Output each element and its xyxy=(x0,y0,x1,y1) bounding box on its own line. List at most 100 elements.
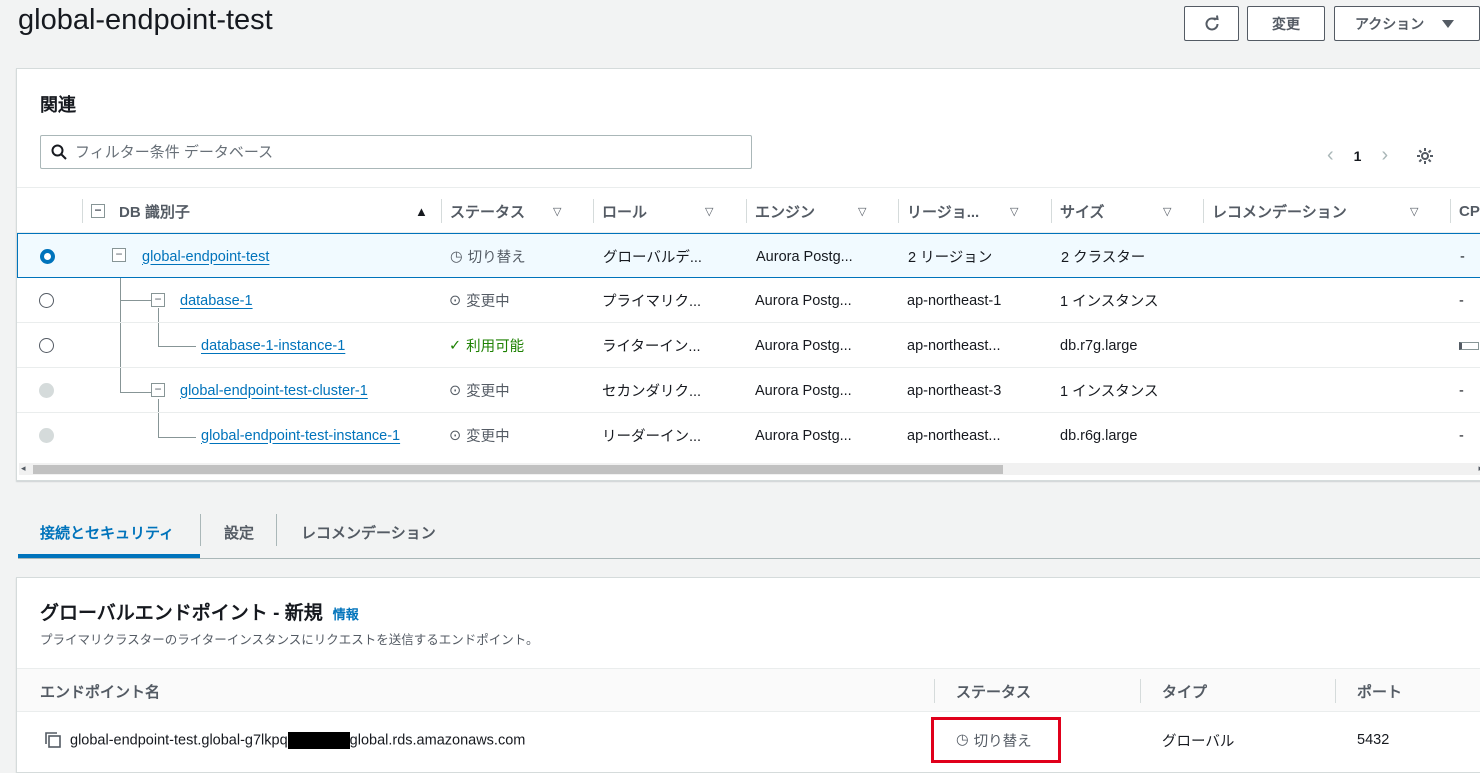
row-radio[interactable] xyxy=(39,338,54,353)
status-badge: ⊙ 変更中 xyxy=(449,292,510,311)
table-header: − DB 識別子 ▲ ステータス ▽ ロール ▽ エンジン ▽ リージョ... ▽ サイ… xyxy=(17,187,1480,233)
size-cell: 1 インスタンス xyxy=(1060,384,1159,400)
db-identifier-link[interactable]: global-endpoint-test-cluster-1 xyxy=(180,383,368,399)
filter-icon: ▽ xyxy=(858,205,867,218)
filter-icon: ▽ xyxy=(1163,205,1172,218)
refresh-button[interactable] xyxy=(1184,6,1239,41)
column-region[interactable]: リージョ... ▽ xyxy=(898,188,1018,234)
cpu-cell: - xyxy=(1459,292,1464,309)
engine-cell: Aurora Postg... xyxy=(755,292,852,309)
role-cell: ライターイン... xyxy=(602,339,701,355)
region-cell: 2 リージョン xyxy=(908,250,993,266)
filter-input[interactable] xyxy=(75,143,675,161)
region-cell: ap-northeast-1 xyxy=(907,292,1002,309)
page-number[interactable]: 1 xyxy=(1354,148,1362,164)
tab-connectivity-security[interactable]: 接続とセキュリティ xyxy=(40,506,174,558)
column-cpu[interactable]: CPU xyxy=(1450,188,1480,234)
scroll-left-icon: ◂ xyxy=(21,463,26,473)
row-radio[interactable] xyxy=(40,249,55,264)
row-radio xyxy=(39,383,54,398)
db-identifier-link[interactable]: database-1-instance-1 xyxy=(201,338,345,354)
role-cell: プライマリク... xyxy=(602,294,702,310)
related-title: 関連 xyxy=(40,95,76,115)
status-badge: ⊙ 変更中 xyxy=(449,382,510,401)
collapse-icon[interactable]: − xyxy=(112,248,126,262)
column-role[interactable]: ロール ▽ xyxy=(593,188,713,234)
scroll-thumb[interactable] xyxy=(33,465,1003,474)
actions-label: アクション xyxy=(1355,15,1425,32)
row-radio xyxy=(39,428,54,443)
horizontal-scrollbar[interactable]: ◂ ▸ xyxy=(19,463,1480,475)
size-cell: 2 クラスター xyxy=(1061,250,1146,266)
endpoint-port: 5432 xyxy=(1357,732,1390,748)
next-page-icon[interactable]: › xyxy=(1381,144,1388,167)
column-endpoint-name: エンドポイント名 xyxy=(40,683,161,701)
cpu-cell: - xyxy=(1459,427,1464,444)
actions-dropdown-button[interactable]: アクション xyxy=(1334,6,1480,41)
engine-cell: Aurora Postg... xyxy=(755,427,852,444)
collapse-icon[interactable]: − xyxy=(151,383,165,397)
in-progress-icon: ⊙ xyxy=(449,427,462,444)
size-cell: db.r7g.large xyxy=(1060,337,1138,354)
row-radio[interactable] xyxy=(39,293,54,308)
detail-tabs: 接続とセキュリティ 設定 レコメンデーション xyxy=(18,506,1480,559)
table-row[interactable]: − database-1 ⊙ 変更中 プライマリク... Aurora Postg… xyxy=(17,278,1480,323)
collapse-all-icon[interactable]: − xyxy=(91,204,105,218)
endpoint-description: プライマリクラスターのライターインスタンスにリクエストを送信するエンドポイント。 xyxy=(40,633,539,647)
filter-icon: ▽ xyxy=(705,205,714,218)
caret-down-icon xyxy=(1442,19,1455,28)
collapse-icon[interactable]: − xyxy=(151,293,165,307)
column-endpoint-port: ポート xyxy=(1335,669,1402,713)
cpu-bar xyxy=(1459,323,1479,368)
db-identifier-link[interactable]: global-endpoint-test xyxy=(142,249,269,265)
search-icon xyxy=(51,144,67,160)
clock-icon: ◷ xyxy=(450,248,463,265)
size-cell: db.r6g.large xyxy=(1060,427,1138,444)
status-badge: ◷ 切り替え xyxy=(450,248,526,267)
modify-button[interactable]: 変更 xyxy=(1247,6,1325,41)
status-highlight-annotation xyxy=(931,717,1061,763)
tab-recommendations[interactable]: レコメンデーション xyxy=(301,506,436,558)
column-size[interactable]: サイズ ▽ xyxy=(1051,188,1171,234)
check-circle-icon: ✓ xyxy=(449,337,462,354)
table-row[interactable]: − global-endpoint-test ◷ 切り替え グローバルデ... A… xyxy=(17,233,1480,278)
engine-cell: Aurora Postg... xyxy=(755,382,852,399)
endpoint-name: global-endpoint-test.global-g7lkpq global… xyxy=(70,731,526,749)
column-endpoint-type: タイプ xyxy=(1140,669,1207,713)
table-row[interactable]: global-endpoint-test-instance-1 ⊙ 変更中 リーダ… xyxy=(17,413,1480,458)
redaction-block xyxy=(287,731,350,749)
filter-icon: ▽ xyxy=(553,205,562,218)
engine-cell: Aurora Postg... xyxy=(755,337,852,354)
column-endpoint-status: ステータス xyxy=(934,669,1031,713)
filter-icon: ▽ xyxy=(1010,205,1019,218)
column-status[interactable]: ステータス ▽ xyxy=(441,188,561,234)
db-identifier-link[interactable]: global-endpoint-test-instance-1 xyxy=(201,428,400,444)
region-cell: ap-northeast... xyxy=(907,427,1001,444)
info-link[interactable]: 情報 xyxy=(333,604,359,623)
role-cell: リーダーイン... xyxy=(602,429,702,445)
table-row[interactable]: database-1-instance-1 ✓ 利用可能 ライターイン... Au… xyxy=(17,323,1480,368)
pagination: ‹ 1 › xyxy=(1327,144,1434,167)
tab-configuration[interactable]: 設定 xyxy=(224,506,254,558)
role-cell: グローバルデ... xyxy=(603,250,702,266)
related-panel: 関連 ‹ 1 › − DB 識別子 ▲ ステータス▽ ロール▽ エンジン▽ リー… xyxy=(16,68,1480,481)
page-title: global-endpoint-test xyxy=(18,4,273,36)
status-badge: ⊙ 変更中 xyxy=(449,427,510,446)
endpoint-type: グローバル xyxy=(1162,733,1235,750)
copy-icon[interactable] xyxy=(44,731,62,749)
global-endpoint-panel: グローバルエンドポイント - 新規 情報 プライマリクラスターのライターインスタ… xyxy=(16,577,1480,773)
region-cell: ap-northeast... xyxy=(907,337,1001,354)
filter-search[interactable] xyxy=(40,135,752,169)
db-identifier-link[interactable]: database-1 xyxy=(180,293,253,309)
in-progress-icon: ⊙ xyxy=(449,292,462,309)
column-recommendation[interactable]: レコメンデーション ▽ xyxy=(1203,188,1418,234)
engine-cell: Aurora Postg... xyxy=(756,248,853,265)
table-row[interactable]: − global-endpoint-test-cluster-1 ⊙ 変更中 セカ… xyxy=(17,368,1480,413)
prev-page-icon[interactable]: ‹ xyxy=(1327,144,1334,167)
column-engine[interactable]: エンジン ▽ xyxy=(746,188,866,234)
column-db-identifier[interactable]: − DB 識別子 ▲ xyxy=(82,188,428,234)
refresh-icon xyxy=(1205,14,1219,30)
size-cell: 1 インスタンス xyxy=(1060,294,1159,310)
gear-icon[interactable] xyxy=(1416,147,1434,165)
filter-icon: ▽ xyxy=(1410,205,1419,218)
